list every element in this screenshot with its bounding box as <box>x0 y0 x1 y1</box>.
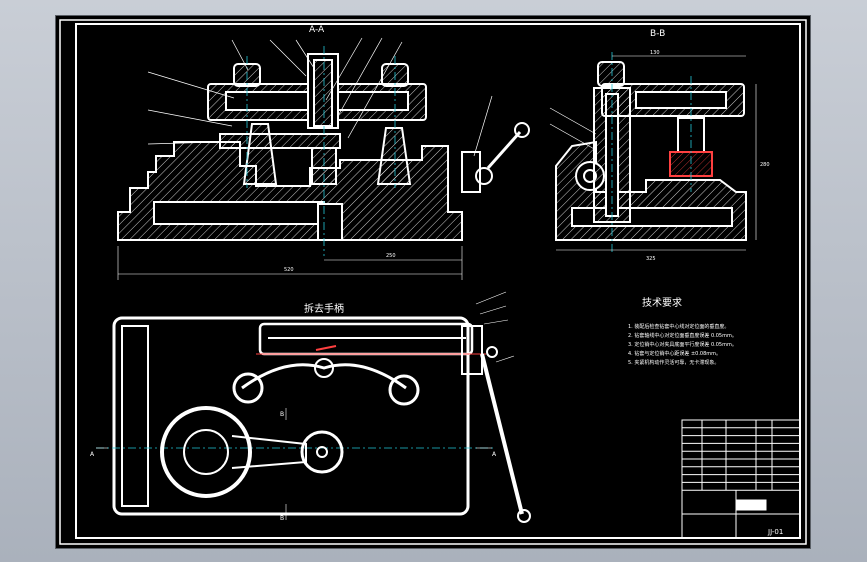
parts-list-rows <box>682 427 800 491</box>
side-view: B-B 325 130 280 <box>549 29 770 262</box>
plan-red-mark <box>315 345 337 351</box>
plan-left-rail <box>121 325 149 507</box>
plan-base-outline <box>112 316 470 516</box>
side-width-dimension: 130 <box>650 50 660 56</box>
front-base-slot <box>153 201 325 225</box>
front-total-dimension: 520 <box>284 267 294 273</box>
tech-requirements-title: 技术要求 <box>642 296 682 309</box>
plan-view-label: 拆去手柄 <box>304 302 344 315</box>
plan-connecting-web <box>231 435 307 469</box>
section-mark-b-top: B <box>280 411 284 418</box>
tech-requirement-3: 3. 定位销中心对夹具底面平行度误差 0.05mm。 <box>628 341 737 348</box>
front-base-center-hole <box>317 203 343 241</box>
tech-requirement-5: 5. 夹紧机构动作灵活可靠，无卡滞现象。 <box>628 359 719 366</box>
parts-list-table <box>681 419 801 539</box>
tech-requirement-2: 2. 钻套轴线中心对定位面垂直度误差 0.05mm。 <box>628 332 737 339</box>
plan-workpiece-ring <box>160 406 252 498</box>
front-right-support <box>376 127 412 185</box>
plan-handle-knob <box>517 509 531 523</box>
drawing-sheet: A-A 520 250 B-B 325 130 280 拆去手柄 A A B B… <box>56 16 810 548</box>
section-mark-b-bottom: B <box>280 515 284 522</box>
plan-left-roller <box>232 372 264 404</box>
front-view: A-A 520 250 <box>117 25 530 280</box>
front-handle-rod <box>486 131 522 169</box>
tech-requirement-4: 4. 钻套与定位销中心距误差 ±0.08mm。 <box>628 350 721 357</box>
front-cam-wheel <box>475 167 493 185</box>
section-mark-a-left: A <box>90 451 95 458</box>
side-total-dimension: 325 <box>646 256 656 262</box>
tech-requirements: 技术要求 1. 装配后检查钻套中心线对定位面的垂直度。 2. 钻套轴线中心对定位… <box>628 296 737 366</box>
front-center-bushing <box>313 59 333 127</box>
title-block-name-cell <box>735 499 767 511</box>
plan-small-boss-hole <box>316 446 328 458</box>
side-top-nut <box>597 61 625 87</box>
front-view-section-label: A-A <box>309 25 325 35</box>
title-block: JJ-01 <box>681 419 801 539</box>
side-view-section-label: B-B <box>650 29 665 39</box>
front-workpiece <box>219 133 341 149</box>
plan-workpiece-inner <box>183 429 229 475</box>
plan-right-roller <box>388 374 420 406</box>
side-height-dimension: 280 <box>760 162 770 168</box>
cad-drawing-canvas: A-A 520 250 B-B 325 130 280 拆去手柄 A A B B… <box>59 19 807 545</box>
plan-small-boss <box>300 430 344 474</box>
side-clamp-arm-window <box>635 91 727 109</box>
plan-handle-rod <box>480 353 524 515</box>
drawing-number: JJ-01 <box>767 528 783 536</box>
plan-view: 拆去手柄 A A B B <box>90 291 531 523</box>
tech-requirement-1: 1. 装配后检查钻套中心线对定位面的垂直度。 <box>628 323 729 330</box>
front-handle-knob <box>514 122 530 138</box>
front-base-body <box>117 141 463 241</box>
plan-handle-pivot-pin <box>486 346 498 358</box>
section-mark-a-right: A <box>492 451 497 458</box>
front-partial-dimension: 250 <box>386 253 396 259</box>
